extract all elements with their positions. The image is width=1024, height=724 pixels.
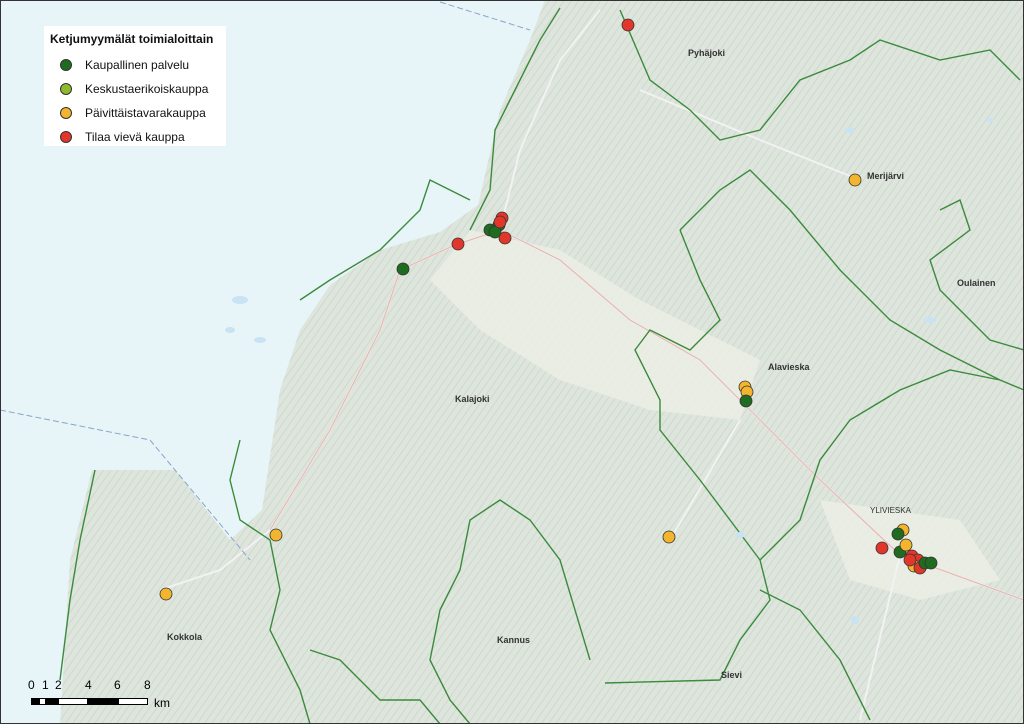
store-marker — [621, 18, 635, 32]
store-marker — [451, 237, 465, 251]
legend-swatch — [60, 59, 72, 71]
legend-title: Ketjumyymälät toimialoittain — [50, 32, 214, 46]
scale-tick-label: 2 — [55, 678, 62, 692]
scale-segment — [118, 698, 148, 705]
legend-item: Tilaa vievä kauppa — [60, 130, 185, 144]
store-marker — [493, 215, 507, 229]
store-marker — [875, 541, 889, 555]
scale-tick-label: 0 — [28, 678, 35, 692]
store-marker — [269, 528, 283, 542]
store-marker — [903, 553, 917, 567]
legend-item: Kaupallinen palvelu — [60, 58, 189, 72]
place-label: YLIVIESKA — [870, 506, 912, 515]
store-marker — [924, 556, 938, 570]
scale-tick-label: 8 — [144, 678, 151, 692]
scale-segment — [31, 698, 39, 705]
legend-item-label: Tilaa vievä kauppa — [85, 130, 185, 144]
scale-segment — [88, 698, 118, 705]
place-label: Sievi — [721, 670, 742, 680]
legend-item: Keskustaerikoiskauppa — [60, 82, 208, 96]
legend: Ketjumyymälät toimialoittain Kaupallinen… — [44, 26, 226, 146]
scale-tick-label: 6 — [114, 678, 121, 692]
place-label: Merijärvi — [867, 171, 904, 181]
scale-segment — [46, 698, 58, 705]
place-label: Kannus — [497, 635, 530, 645]
scale-tick-label: 1 — [42, 678, 49, 692]
place-label: Kokkola — [167, 632, 203, 642]
store-marker — [891, 527, 905, 541]
scale-bar: 0 1 2 4 6 8 km — [28, 678, 178, 712]
store-marker — [396, 262, 410, 276]
legend-swatch — [60, 83, 72, 95]
place-label: Oulainen — [957, 278, 996, 288]
scale-segment — [58, 698, 88, 705]
store-marker — [159, 587, 173, 601]
scale-unit: km — [154, 696, 170, 710]
legend-item: Päivittäistavarakauppa — [60, 106, 206, 120]
store-marker — [662, 530, 676, 544]
legend-swatch — [60, 131, 72, 143]
place-label: Kalajoki — [455, 394, 490, 404]
legend-swatch — [60, 107, 72, 119]
store-marker — [848, 173, 862, 187]
place-label: Pyhäjoki — [688, 48, 725, 58]
place-label: Alavieska — [768, 362, 811, 372]
store-marker — [899, 538, 913, 552]
store-marker — [739, 394, 753, 408]
scale-segment — [39, 698, 46, 705]
scale-tick-label: 4 — [85, 678, 92, 692]
legend-item-label: Kaupallinen palvelu — [85, 58, 190, 72]
legend-item-label: Keskustaerikoiskauppa — [85, 82, 209, 96]
legend-item-label: Päivittäistavarakauppa — [85, 106, 206, 120]
